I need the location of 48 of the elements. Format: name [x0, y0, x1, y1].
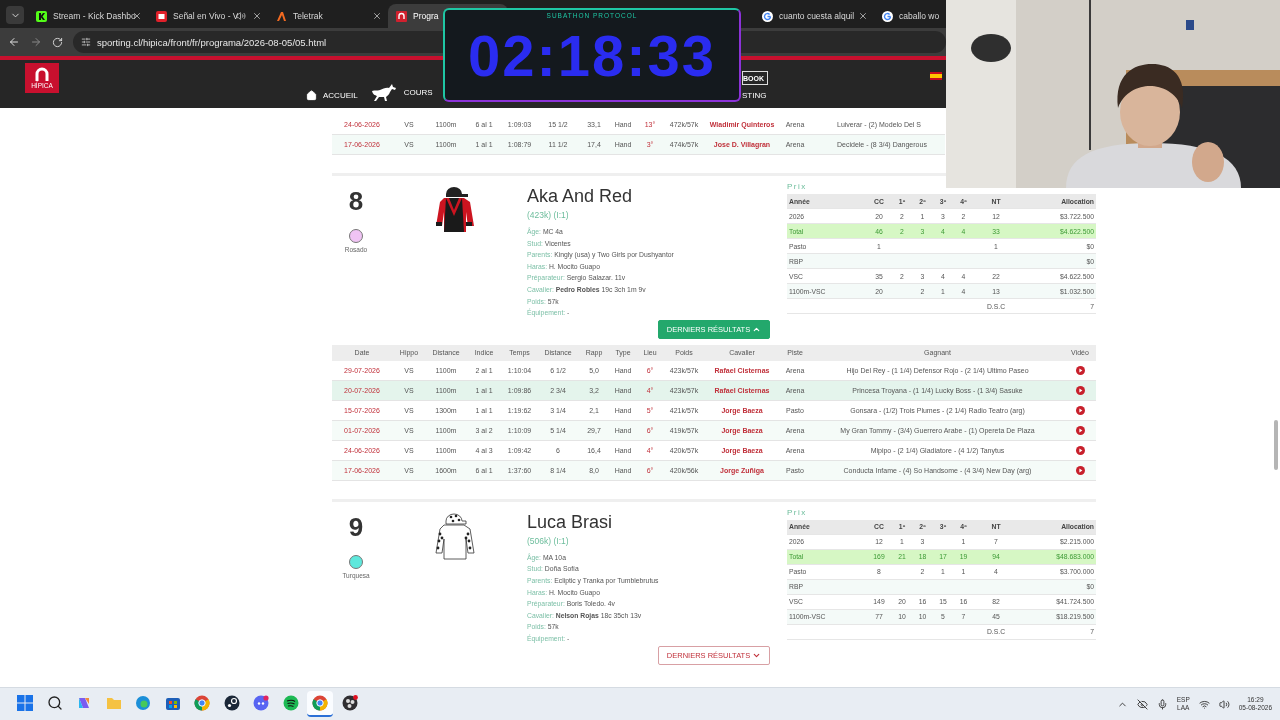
- app-icon[interactable]: [223, 695, 240, 711]
- scrollbar[interactable]: [1274, 420, 1278, 470]
- video-play-button[interactable]: [1075, 465, 1085, 475]
- browser-tab[interactable]: Teletrak: [268, 4, 388, 28]
- prize-title: Prix: [787, 507, 808, 517]
- tab-favicon-icon: [276, 10, 287, 22]
- close-icon[interactable]: [372, 11, 382, 21]
- prize-title: Prix: [787, 182, 808, 191]
- close-icon[interactable]: [858, 11, 868, 21]
- horse-number: 8: [348, 186, 364, 217]
- nav-link[interactable]: COURS: [369, 83, 433, 101]
- video-play-button[interactable]: [1075, 405, 1085, 415]
- app-icon[interactable]: [282, 695, 299, 711]
- browser-tab[interactable]: caballo wo: [874, 4, 946, 28]
- browser-tab[interactable]: cuanto cuesta alquil: [754, 4, 874, 28]
- horse-number: 9: [348, 511, 364, 543]
- horse-name: Luca Brasi: [527, 511, 614, 533]
- nav-link[interactable]: STING: [742, 91, 930, 100]
- home-icon: [306, 90, 317, 101]
- eye-off-icon[interactable]: [1136, 698, 1148, 710]
- app-icon[interactable]: [341, 695, 358, 711]
- video-play-button[interactable]: [1075, 385, 1085, 395]
- start-menu-icon[interactable]: [17, 695, 33, 711]
- back-icon[interactable]: [8, 36, 20, 48]
- volume-icon[interactable]: [1218, 698, 1230, 710]
- tab-favicon-icon: [882, 10, 893, 22]
- horse-rating: (506k) (I:1): [527, 535, 570, 546]
- video-play-button[interactable]: [1075, 445, 1085, 455]
- close-icon[interactable]: [252, 11, 262, 21]
- tab-list-button[interactable]: [6, 6, 24, 24]
- tab-favicon-icon: [156, 10, 167, 22]
- search-icon[interactable]: [46, 695, 63, 711]
- video-play-button[interactable]: [1075, 365, 1085, 375]
- horse-name: Aka And Red: [527, 186, 634, 207]
- video-play-button[interactable]: [1075, 425, 1085, 435]
- microphone-icon[interactable]: [1156, 698, 1168, 710]
- nav-link[interactable]: ACCUEIL: [306, 90, 358, 101]
- horse-rating: (423k) (I:1): [527, 210, 570, 220]
- horse-icon: [369, 83, 398, 101]
- browser-tab[interactable]: Stream - Kick Dashbo: [28, 4, 148, 28]
- browser-tab[interactable]: Señal en Vivo - V: [148, 4, 268, 28]
- site-info-icon[interactable]: [81, 37, 91, 47]
- tab-favicon-icon: [762, 10, 773, 22]
- flag-icon[interactable]: [930, 72, 942, 80]
- tab-favicon-icon: [396, 10, 407, 22]
- network-icon[interactable]: [1198, 698, 1210, 710]
- tab-favicon-icon: [36, 10, 47, 22]
- reload-icon[interactable]: [52, 36, 63, 48]
